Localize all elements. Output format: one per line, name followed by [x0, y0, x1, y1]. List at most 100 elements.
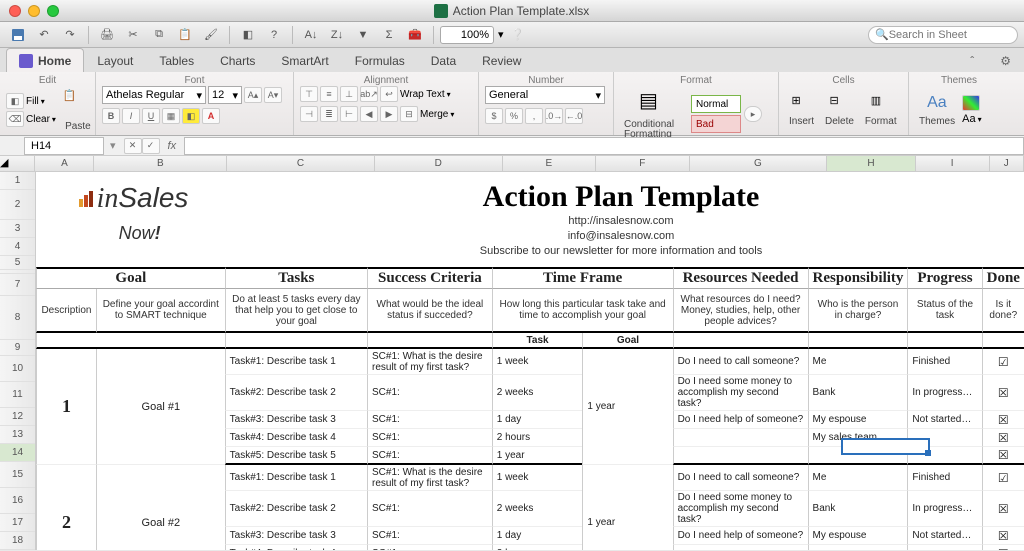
number-format-select[interactable]: General▾ — [485, 86, 605, 104]
confirm-formula-icon[interactable]: ✓ — [142, 138, 160, 154]
progress-cell[interactable]: Not started… — [907, 527, 981, 545]
task-time-cell[interactable]: 1 day — [492, 411, 583, 429]
tab-layout[interactable]: Layout — [84, 48, 146, 72]
progress-cell[interactable] — [907, 545, 981, 550]
done-checkbox[interactable]: ☒ — [982, 527, 1024, 545]
task-cell[interactable]: Task#4: Describe task 4 — [225, 545, 367, 550]
col-header-I[interactable]: I — [916, 156, 990, 171]
col-header-B[interactable]: B — [94, 156, 227, 171]
task-time-cell[interactable]: 2 hours — [492, 429, 583, 447]
clear-icon[interactable]: ⌫ — [6, 111, 24, 127]
decrease-font-icon[interactable]: A▾ — [264, 87, 282, 103]
row-header[interactable]: 7 — [0, 274, 35, 296]
progress-cell[interactable] — [907, 429, 981, 447]
cancel-formula-icon[interactable]: ✕ — [124, 138, 142, 154]
comma-icon[interactable]: , — [525, 108, 543, 124]
sort-asc-icon[interactable]: A↓ — [299, 25, 323, 45]
responsibility-cell[interactable]: My sales team — [808, 429, 908, 447]
print-icon[interactable]: 🖨 — [95, 25, 119, 45]
tab-smartart[interactable]: SmartArt — [268, 48, 341, 72]
progress-cell[interactable]: In progress… — [907, 375, 981, 411]
task-cell[interactable]: Task#3: Describe task 3 — [225, 527, 367, 545]
wrap-text-label[interactable]: Wrap Text — [400, 89, 445, 100]
row-header[interactable]: 14 — [0, 444, 35, 462]
row-header[interactable]: 9 — [0, 340, 35, 356]
resources-cell[interactable] — [673, 429, 808, 447]
responsibility-cell[interactable]: Bank — [808, 491, 908, 527]
currency-icon[interactable]: $ — [485, 108, 503, 124]
percent-icon[interactable]: % — [505, 108, 523, 124]
save-icon[interactable] — [6, 25, 30, 45]
row-header[interactable]: 1 — [0, 172, 35, 190]
undo-icon[interactable]: ↶ — [32, 25, 56, 45]
fx-icon[interactable]: fx — [168, 140, 177, 152]
clear-label[interactable]: Clear — [26, 114, 50, 125]
zoom-input[interactable] — [440, 26, 494, 44]
worksheet[interactable]: 1 2 3 4 5 6 7 8 9 10 11 12 13 14 15 16 1… — [0, 172, 1024, 550]
success-criteria-cell[interactable]: SC#1: What is the desire result of my fi… — [367, 465, 492, 491]
align-left-icon[interactable]: ⊣ — [300, 106, 318, 122]
increase-indent-icon[interactable]: ▶ — [380, 106, 398, 122]
search-input[interactable] — [889, 29, 999, 41]
responsibility-cell[interactable] — [808, 447, 908, 465]
resources-cell[interactable]: Do I need help of someone? — [673, 411, 808, 429]
decrease-indent-icon[interactable]: ◀ — [360, 106, 378, 122]
tab-review[interactable]: Review — [469, 48, 534, 72]
conditional-formatting-button[interactable]: ▤Conditional Formatting — [620, 86, 688, 142]
done-checkbox[interactable]: ☒ — [982, 429, 1024, 447]
theme-colors-icon[interactable] — [962, 95, 980, 111]
theme-fonts-icon[interactable]: Aa — [962, 113, 975, 125]
col-header-E[interactable]: E — [503, 156, 596, 171]
success-criteria-cell[interactable]: SC#1: What is the desire result of my fi… — [367, 349, 492, 375]
done-checkbox[interactable]: ☒ — [982, 411, 1024, 429]
format-cells-button[interactable]: ▥Format — [861, 92, 901, 129]
row-header[interactable]: 17 — [0, 514, 35, 532]
resources-cell[interactable]: Do I need some money to accomplish my se… — [673, 375, 808, 411]
task-time-cell[interactable]: 2 hours — [492, 545, 583, 550]
sort-desc-icon[interactable]: Z↓ — [325, 25, 349, 45]
zoom-control[interactable]: ▾ — [440, 26, 504, 44]
show-hide-icon[interactable]: ◧ — [236, 25, 260, 45]
increase-decimal-icon[interactable]: .0→ — [545, 108, 563, 124]
tab-data[interactable]: Data — [418, 48, 469, 72]
responsibility-cell[interactable]: Bank — [808, 375, 908, 411]
row-header[interactable]: 12 — [0, 408, 35, 426]
task-cell[interactable]: Task#2: Describe task 2 — [225, 375, 367, 411]
copy-icon[interactable]: ⧉ — [147, 25, 171, 45]
insert-cells-button[interactable]: ⊞Insert — [785, 92, 818, 129]
tab-tables[interactable]: Tables — [146, 48, 207, 72]
ribbon-options-button[interactable]: ⚙ — [987, 48, 1024, 72]
font-color-icon[interactable]: A — [202, 108, 220, 124]
tab-home[interactable]: Home — [6, 48, 84, 72]
task-cell[interactable]: Task#1: Describe task 1 — [225, 465, 367, 491]
responsibility-cell[interactable] — [808, 545, 908, 550]
task-time-cell[interactable]: 2 weeks — [492, 375, 583, 411]
fill-label[interactable]: Fill — [26, 96, 39, 107]
row-header[interactable]: 2 — [0, 190, 35, 220]
progress-cell[interactable] — [907, 447, 981, 465]
task-cell[interactable]: Task#4: Describe task 4 — [225, 429, 367, 447]
help-icon[interactable]: ? — [262, 25, 286, 45]
col-header-G[interactable]: G — [690, 156, 828, 171]
style-bad[interactable]: Bad — [691, 115, 741, 133]
cells-area[interactable]: inSalesNow! Action Plan Template http://… — [36, 172, 1024, 550]
increase-font-icon[interactable]: A▴ — [244, 87, 262, 103]
success-criteria-cell[interactable]: SC#1: — [367, 411, 492, 429]
success-criteria-cell[interactable]: SC#1: — [367, 429, 492, 447]
progress-cell[interactable]: In progress… — [907, 491, 981, 527]
italic-icon[interactable]: I — [122, 108, 140, 124]
col-header-D[interactable]: D — [375, 156, 503, 171]
name-box[interactable]: H14 — [24, 137, 104, 155]
paste-icon[interactable]: 📋 — [173, 25, 197, 45]
help-button-icon[interactable]: ❔ — [506, 25, 530, 45]
task-time-cell[interactable]: 1 week — [492, 465, 583, 491]
merge-label[interactable]: Merge — [420, 109, 448, 120]
col-header-A[interactable]: A — [35, 156, 94, 171]
resources-cell[interactable] — [673, 545, 808, 550]
success-criteria-cell[interactable]: SC#1: — [367, 545, 492, 550]
collapse-ribbon-button[interactable]: ˆ — [957, 48, 987, 72]
paste-button[interactable]: 📋Paste — [59, 87, 97, 134]
done-checkbox[interactable]: ☒ — [982, 491, 1024, 527]
row-header[interactable]: 11 — [0, 382, 35, 408]
responsibility-cell[interactable]: My espouse — [808, 411, 908, 429]
